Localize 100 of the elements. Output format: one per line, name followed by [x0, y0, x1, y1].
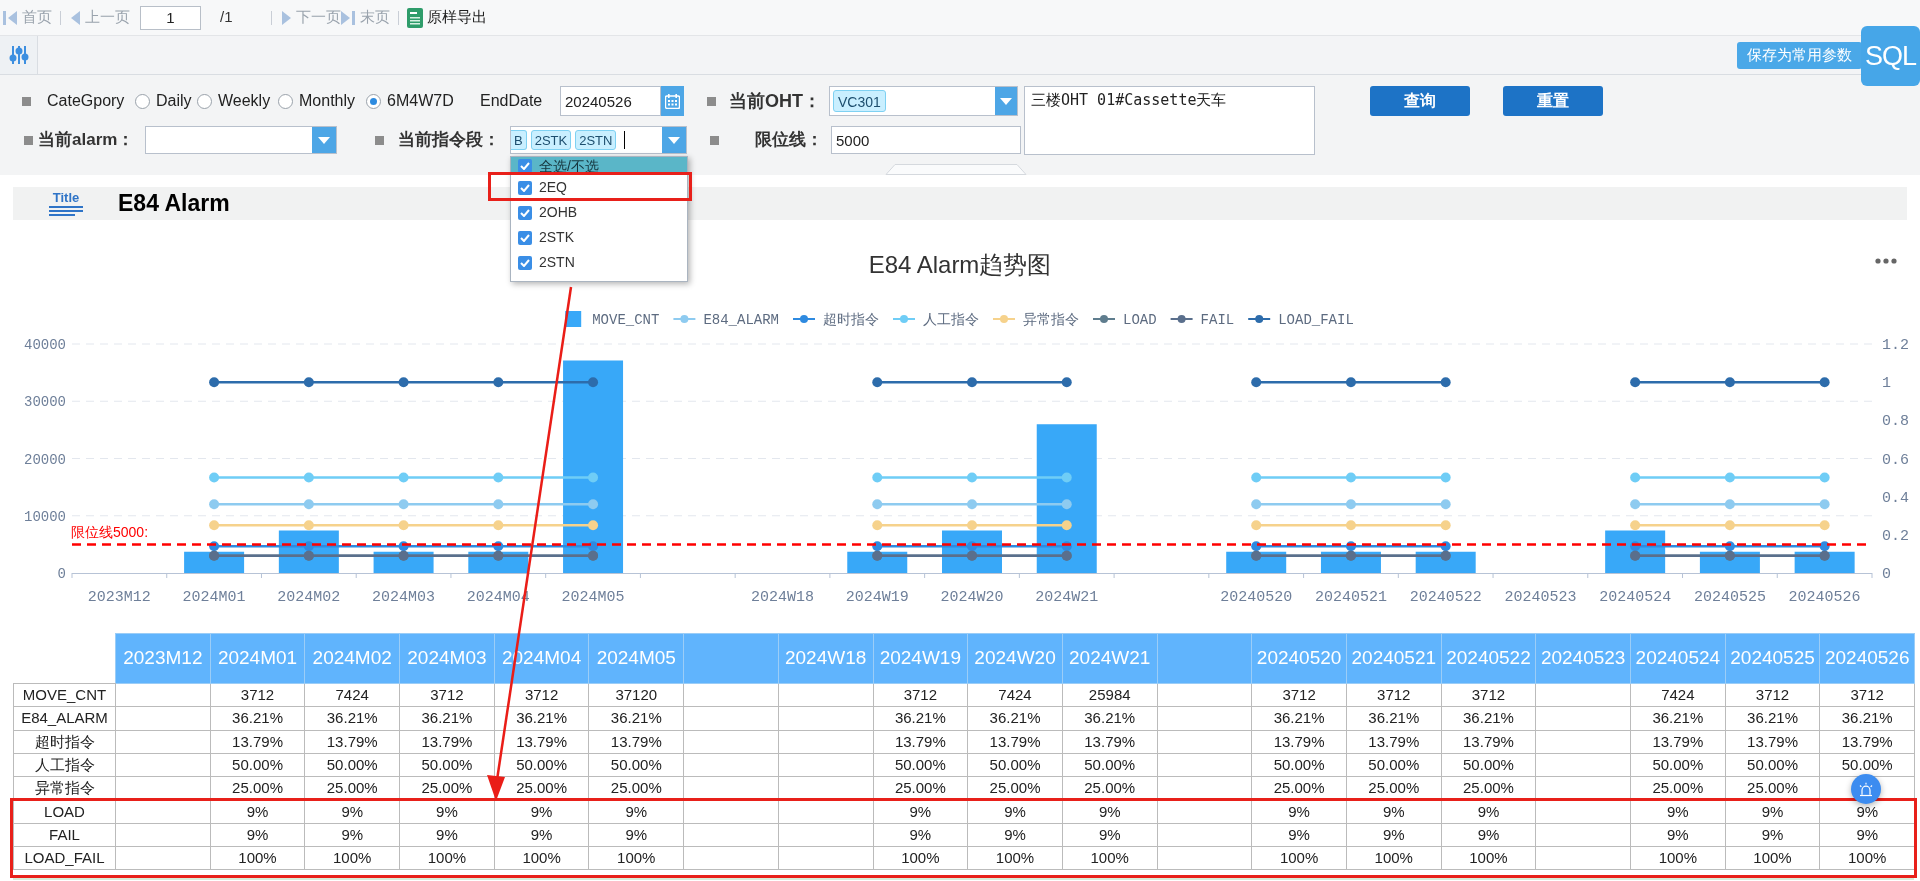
table-cell: 36.21% — [967, 706, 1063, 731]
query-button[interactable]: 查询 — [1370, 86, 1470, 116]
radio-label[interactable]: Daily — [156, 89, 197, 113]
axis-label: 0.8 — [1882, 413, 1909, 431]
radio-button[interactable] — [135, 93, 150, 109]
data-point — [1630, 377, 1641, 388]
data-point — [872, 472, 883, 483]
legend-label: 超时指令 — [823, 312, 879, 328]
axis-label: 2024W19 — [845, 589, 909, 606]
dropdown-button[interactable] — [662, 127, 686, 153]
oht-select[interactable]: VC301 — [829, 86, 1018, 116]
data-point — [588, 520, 599, 531]
checkbox[interactable] — [518, 159, 532, 173]
table-cell: 13.79% — [588, 730, 684, 754]
axis-label: 2024M03 — [372, 589, 436, 606]
axis-label: 20000 — [24, 451, 66, 468]
data-point — [1345, 499, 1356, 510]
data-point — [967, 472, 977, 483]
data-point — [588, 499, 599, 510]
column-header: 2024M05 — [588, 633, 684, 684]
radio-label[interactable]: Monthly — [299, 89, 366, 113]
dropdown-option[interactable]: 2STK — [511, 225, 687, 250]
dropdown-option[interactable]: 2EQ — [511, 175, 687, 200]
table-cell: 9% — [399, 823, 495, 847]
table-cell: 100% — [1441, 846, 1536, 870]
spreadsheet-icon — [406, 7, 423, 28]
dropdown-option[interactable]: 2OHB — [511, 200, 687, 225]
floating-button[interactable] — [1851, 774, 1881, 804]
data-point — [1440, 520, 1451, 531]
more-icon[interactable] — [1875, 258, 1897, 264]
last-page-icon — [340, 9, 356, 26]
table-cell: 13.79% — [873, 730, 968, 754]
description-field[interactable]: 三楼OHT 01#Cassette天车 — [1024, 86, 1315, 155]
data-point — [967, 541, 977, 552]
checkbox[interactable] — [518, 255, 532, 270]
table-cell: 13.79% — [1346, 730, 1442, 754]
data-point — [1251, 520, 1262, 531]
legend-item: E84_ALARM — [672, 312, 780, 328]
data-point — [967, 499, 977, 510]
radio-button[interactable] — [278, 93, 293, 109]
column-header: 20240523 — [1535, 633, 1631, 684]
table-cell: 7424 — [304, 683, 400, 707]
table-cell: 7424 — [967, 683, 1063, 707]
date-picker-button[interactable] — [661, 86, 684, 116]
data-point — [209, 520, 220, 531]
table-cell: 36.21% — [399, 706, 495, 731]
data-point — [1724, 520, 1735, 531]
axis-label: 2024W18 — [751, 589, 815, 606]
axis-label: 2024W21 — [1035, 589, 1099, 606]
data-point — [398, 520, 409, 531]
legend-item: MOVE_CNT — [565, 311, 660, 328]
radio-label[interactable]: Weekly — [218, 89, 278, 113]
table-cell: 3712 — [1725, 683, 1820, 707]
data-point — [398, 499, 409, 510]
axis-label: 20240521 — [1314, 589, 1387, 606]
page-input[interactable]: 1 — [140, 5, 201, 30]
data-point — [1819, 499, 1830, 510]
field-label: 当前OHT： — [729, 89, 822, 113]
field-label: 当前指令段： — [398, 129, 501, 152]
radio-button[interactable] — [197, 93, 212, 109]
data-point — [303, 520, 314, 531]
command-segment-select[interactable]: B 2STK 2STN — [510, 126, 687, 154]
export-button[interactable]: 原样导出 — [406, 6, 487, 29]
axis-label: 0.4 — [1882, 489, 1909, 507]
table-cell: 9% — [873, 800, 968, 824]
radio-button[interactable] — [366, 93, 381, 109]
data-point — [303, 472, 314, 483]
axis-label: 20240526 — [1788, 589, 1861, 606]
dropdown-button[interactable] — [312, 127, 336, 153]
table-cell: 50.00% — [210, 753, 305, 777]
checkbox[interactable] — [518, 230, 532, 245]
column-header: 2024W21 — [1062, 633, 1158, 684]
table-cell: 100% — [304, 846, 400, 870]
checkbox[interactable] — [518, 180, 532, 195]
radio-label[interactable]: 6M4W7D — [387, 89, 480, 113]
filter-settings-button[interactable] — [0, 36, 38, 74]
data-point — [1440, 377, 1451, 388]
column-header: 20240526 — [1819, 633, 1915, 684]
table-cell: 100% — [1346, 846, 1442, 870]
query-button[interactable]: 重置 — [1503, 86, 1603, 116]
legend-label: FAIL — [1200, 312, 1235, 328]
data-point — [872, 377, 883, 388]
table-cell: 9% — [494, 800, 589, 824]
data-point — [872, 541, 883, 552]
data-point — [1819, 541, 1830, 552]
caret-icon — [318, 136, 330, 144]
dropdown-button[interactable] — [995, 87, 1017, 115]
table-cell: 36.21% — [1725, 706, 1820, 731]
table-cell: 25984 — [1062, 683, 1158, 707]
table-cell: 3712 — [210, 683, 305, 707]
table-cell: 50.00% — [588, 753, 684, 777]
date-field[interactable]: 20240526 — [560, 86, 661, 116]
limit-field[interactable]: 5000 — [831, 126, 1021, 154]
dropdown-option[interactable]: 2STN — [511, 250, 687, 275]
alarm-select[interactable] — [145, 126, 337, 154]
checkbox[interactable] — [518, 205, 532, 220]
table-cell: 13.79% — [967, 730, 1063, 754]
check-icon — [520, 183, 530, 192]
column-header: 2024W19 — [873, 633, 968, 684]
table-cell: 9% — [1346, 800, 1442, 824]
